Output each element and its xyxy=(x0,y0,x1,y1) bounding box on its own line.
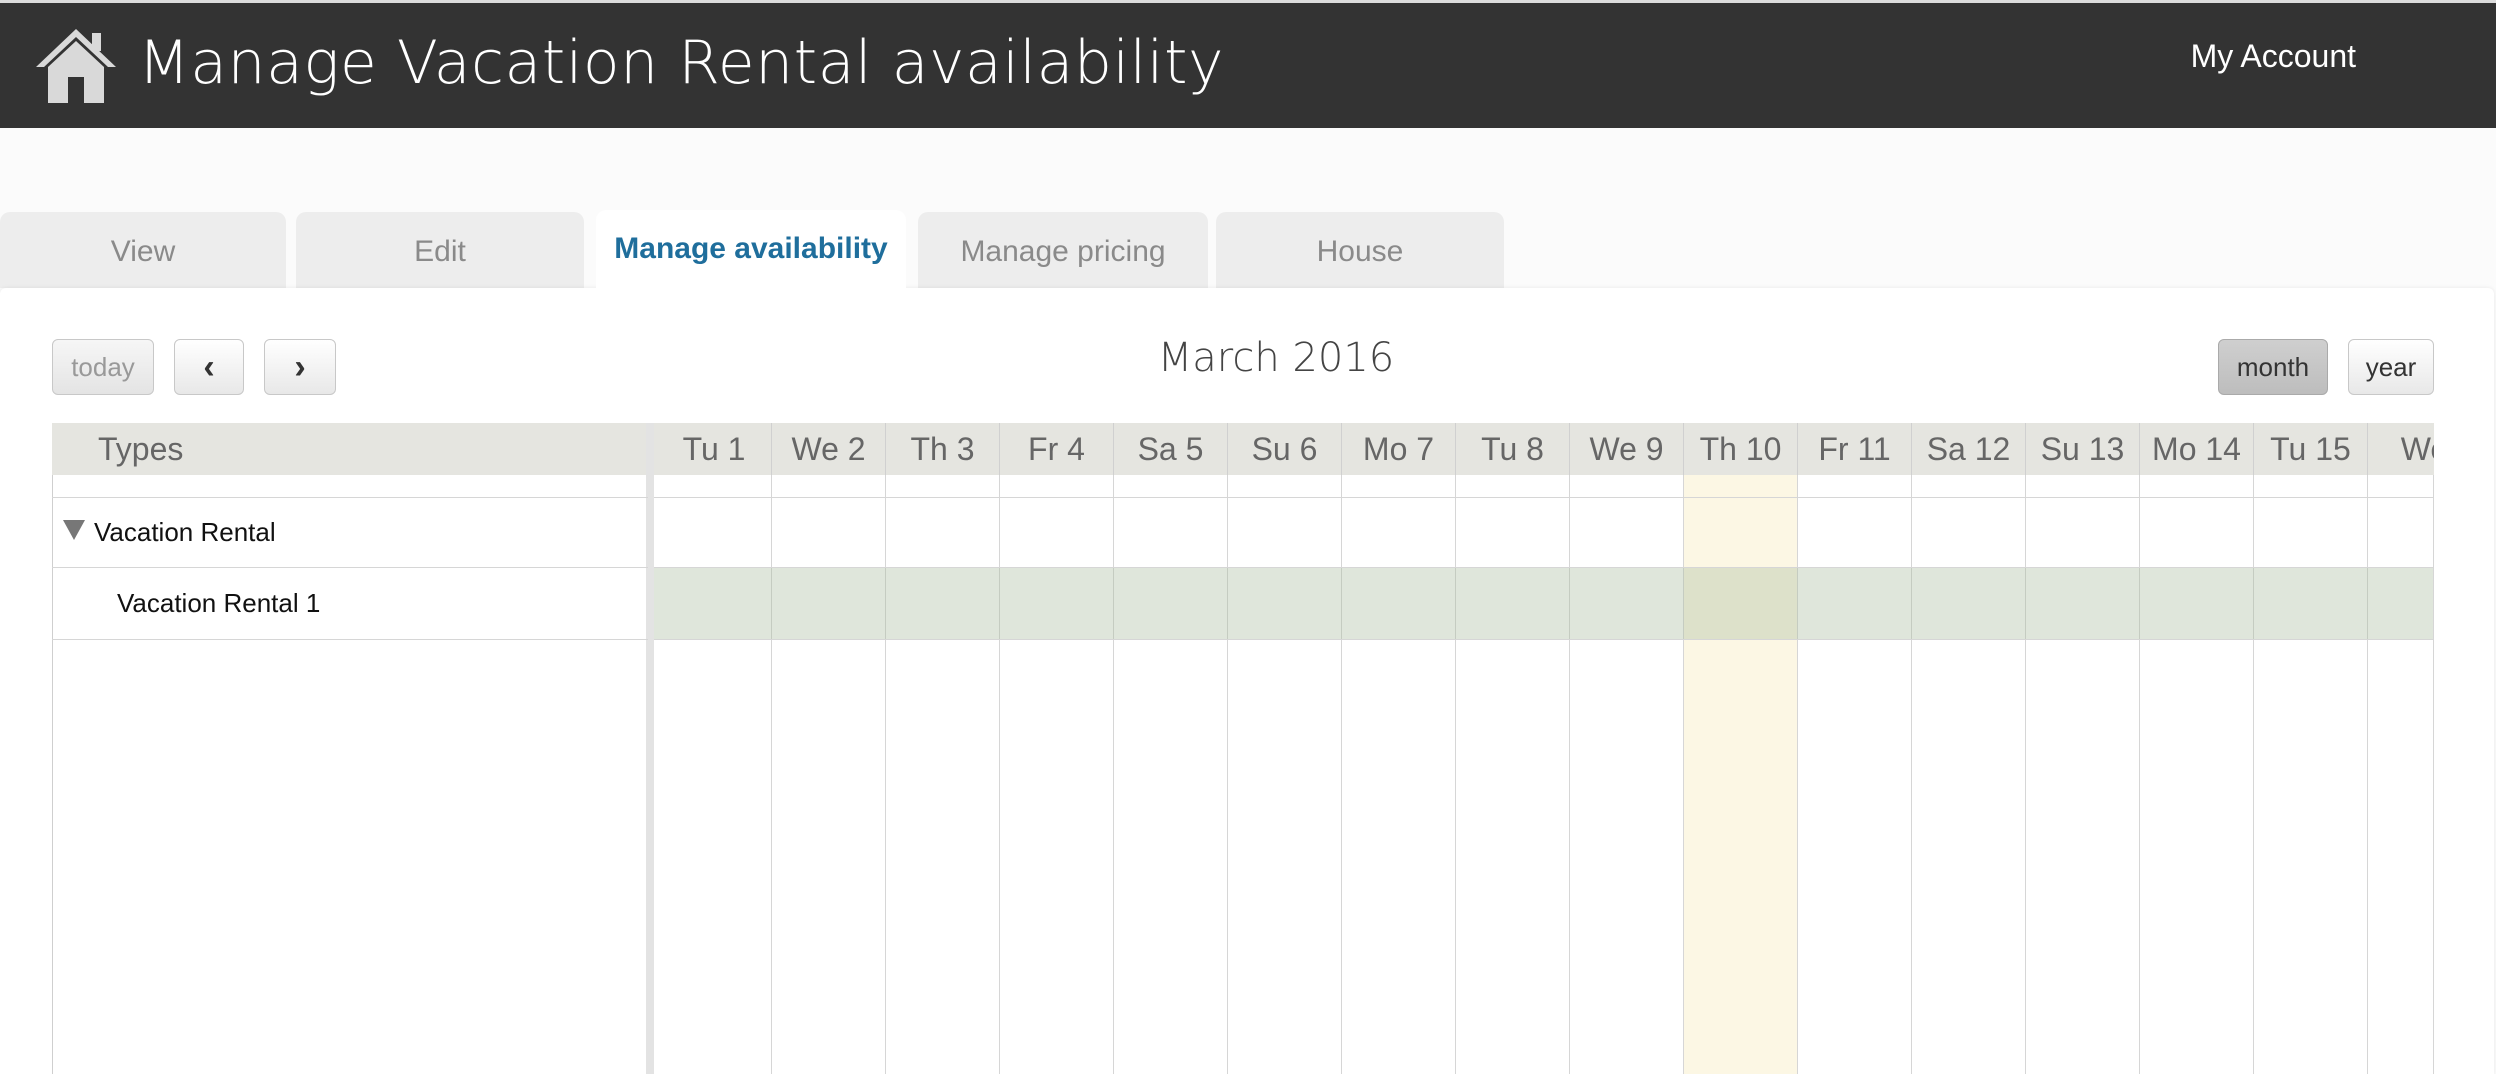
day-header: We xyxy=(2367,423,2434,475)
day-header: Su 13 xyxy=(2025,423,2139,475)
row-divider xyxy=(654,639,2434,640)
collapse-triangle-icon[interactable] xyxy=(62,519,86,541)
day-column[interactable] xyxy=(1911,475,2025,1074)
day-header: Mo 7 xyxy=(1341,423,1455,475)
next-button[interactable]: › xyxy=(264,339,336,395)
day-header: Tu 8 xyxy=(1455,423,1569,475)
today-column[interactable] xyxy=(1683,475,1797,1074)
day-column[interactable] xyxy=(1341,475,1455,1074)
day-column[interactable] xyxy=(1569,475,1683,1074)
timeline-grid[interactable]: Tu 1 We 2 Th 3 Fr 4 Sa 5 Su 6 Mo 7 Tu 8 We 9 Th 1… xyxy=(654,423,2434,1074)
tab-manage-pricing[interactable]: Manage pricing xyxy=(918,212,1208,288)
my-account-link[interactable]: My Account xyxy=(2191,31,2356,81)
day-column[interactable] xyxy=(1797,475,1911,1074)
day-header: Tu 15 xyxy=(2253,423,2367,475)
tab-edit[interactable]: Edit xyxy=(296,212,584,288)
year-view-button[interactable]: year xyxy=(2348,339,2434,395)
tab-bar: View Edit Manage availability Manage pri… xyxy=(0,210,1520,292)
row-divider xyxy=(52,639,648,640)
day-column[interactable] xyxy=(885,475,999,1074)
tab-view[interactable]: View xyxy=(0,212,286,288)
day-header: Sa 5 xyxy=(1113,423,1227,475)
timeline-header: Tu 1 We 2 Th 3 Fr 4 Sa 5 Su 6 Mo 7 Tu 8 We 9 Th 1… xyxy=(654,423,2434,475)
day-header: We 2 xyxy=(771,423,885,475)
prev-button[interactable]: ‹ xyxy=(174,339,244,395)
day-header: Mo 14 xyxy=(2139,423,2253,475)
day-column[interactable] xyxy=(657,475,771,1074)
day-column[interactable] xyxy=(771,475,885,1074)
availability-bar[interactable] xyxy=(654,567,2434,639)
calendar-title: March 2016 xyxy=(1157,335,1395,381)
day-column[interactable] xyxy=(2253,475,2367,1074)
page-title: Manage Vacation Rental availability xyxy=(138,28,1224,98)
row-divider xyxy=(654,567,2434,568)
day-header: Sa 12 xyxy=(1911,423,2025,475)
day-header: Su 6 xyxy=(1227,423,1341,475)
day-header: Fr 11 xyxy=(1797,423,1911,475)
tab-manage-availability[interactable]: Manage availability xyxy=(596,210,906,292)
day-header: Tu 1 xyxy=(682,431,746,467)
day-column[interactable] xyxy=(1227,475,1341,1074)
resource-label: Vacation Rental 1 xyxy=(117,588,321,618)
resource-header-label: Types xyxy=(98,431,184,467)
day-column[interactable] xyxy=(2367,475,2434,1074)
home-icon[interactable] xyxy=(34,25,118,105)
day-column[interactable] xyxy=(2139,475,2253,1074)
day-header: Th 3 xyxy=(885,423,999,475)
day-header: Fr 4 xyxy=(999,423,1113,475)
month-view-button[interactable]: month xyxy=(2218,339,2328,395)
timeline-right-border xyxy=(2433,475,2434,1074)
day-header: We 9 xyxy=(1569,423,1683,475)
day-column[interactable] xyxy=(999,475,1113,1074)
day-column[interactable] xyxy=(2025,475,2139,1074)
resource-group-label: Vacation Rental xyxy=(94,517,276,547)
resource-header: Types xyxy=(52,423,648,476)
day-column[interactable] xyxy=(1455,475,1569,1074)
resource-group-row[interactable]: Vacation Rental xyxy=(52,497,648,567)
day-header: Th 10 xyxy=(1683,423,1797,475)
today-button[interactable]: today xyxy=(52,339,154,395)
resource-row[interactable]: Vacation Rental 1 xyxy=(52,567,648,639)
row-divider xyxy=(654,497,2434,498)
tab-house[interactable]: House xyxy=(1216,212,1504,288)
app-header: Manage Vacation Rental availability My A… xyxy=(0,0,2496,128)
day-column[interactable] xyxy=(1113,475,1227,1074)
